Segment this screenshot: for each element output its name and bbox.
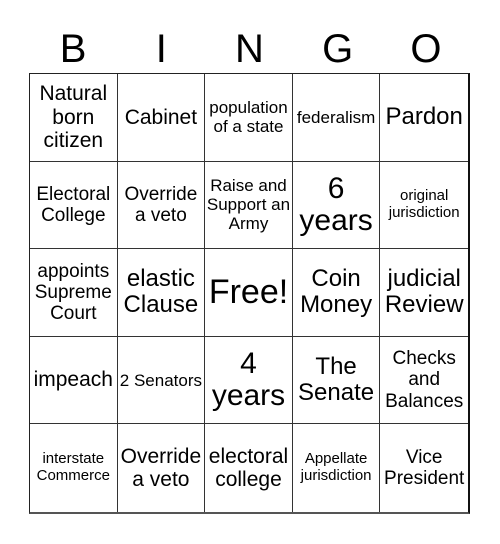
bingo-cell[interactable]: electoral college — [205, 424, 293, 512]
bingo-cell[interactable]: appoints Supreme Court — [30, 249, 118, 337]
bingo-cell[interactable]: 6 years — [292, 161, 381, 250]
bingo-cell[interactable]: Vice President — [380, 424, 468, 512]
bingo-cell[interactable]: original jurisdiction — [380, 162, 468, 250]
header-letter-n: N — [235, 27, 264, 71]
bingo-cell[interactable]: population of a state — [205, 74, 293, 162]
bingo-header: B I N G O — [29, 24, 470, 74]
bingo-cell[interactable]: Pardon — [380, 74, 468, 162]
bingo-cell[interactable]: judicial Review — [380, 249, 468, 337]
bingo-cell[interactable]: interstate Commerce — [30, 424, 118, 512]
header-letter-o: O — [410, 27, 442, 71]
bingo-cell[interactable]: impeach — [30, 336, 118, 425]
bingo-cell[interactable]: Override a veto — [117, 161, 206, 250]
bingo-cell[interactable]: 4 years — [205, 336, 293, 425]
header-letter-i: I — [155, 27, 167, 71]
bingo-cell[interactable]: Coin Money — [292, 249, 381, 337]
bingo-cell[interactable]: Raise and Support an Army — [205, 161, 293, 250]
bingo-cell[interactable]: Override a veto — [118, 424, 206, 512]
header-letter-g: G — [322, 27, 354, 71]
bingo-cell[interactable]: 2 Senators — [117, 336, 206, 425]
bingo-cell[interactable]: Checks and Balances — [380, 337, 468, 425]
bingo-card-grid: Natural born citizen Cabinet population … — [29, 73, 470, 514]
free-space-cell[interactable]: Free! — [205, 249, 293, 337]
bingo-cell[interactable]: Natural born citizen — [30, 74, 118, 162]
header-letter-b: B — [59, 27, 87, 71]
bingo-cell[interactable]: Electoral College — [30, 161, 118, 250]
bingo-cell[interactable]: Appellate jurisdiction — [293, 424, 381, 512]
bingo-cell[interactable]: Cabinet — [117, 74, 206, 162]
bingo-cell[interactable]: elastic Clause — [117, 249, 206, 337]
bingo-cell[interactable]: federalism — [292, 74, 381, 162]
bingo-cell[interactable]: The Senate — [292, 336, 381, 425]
